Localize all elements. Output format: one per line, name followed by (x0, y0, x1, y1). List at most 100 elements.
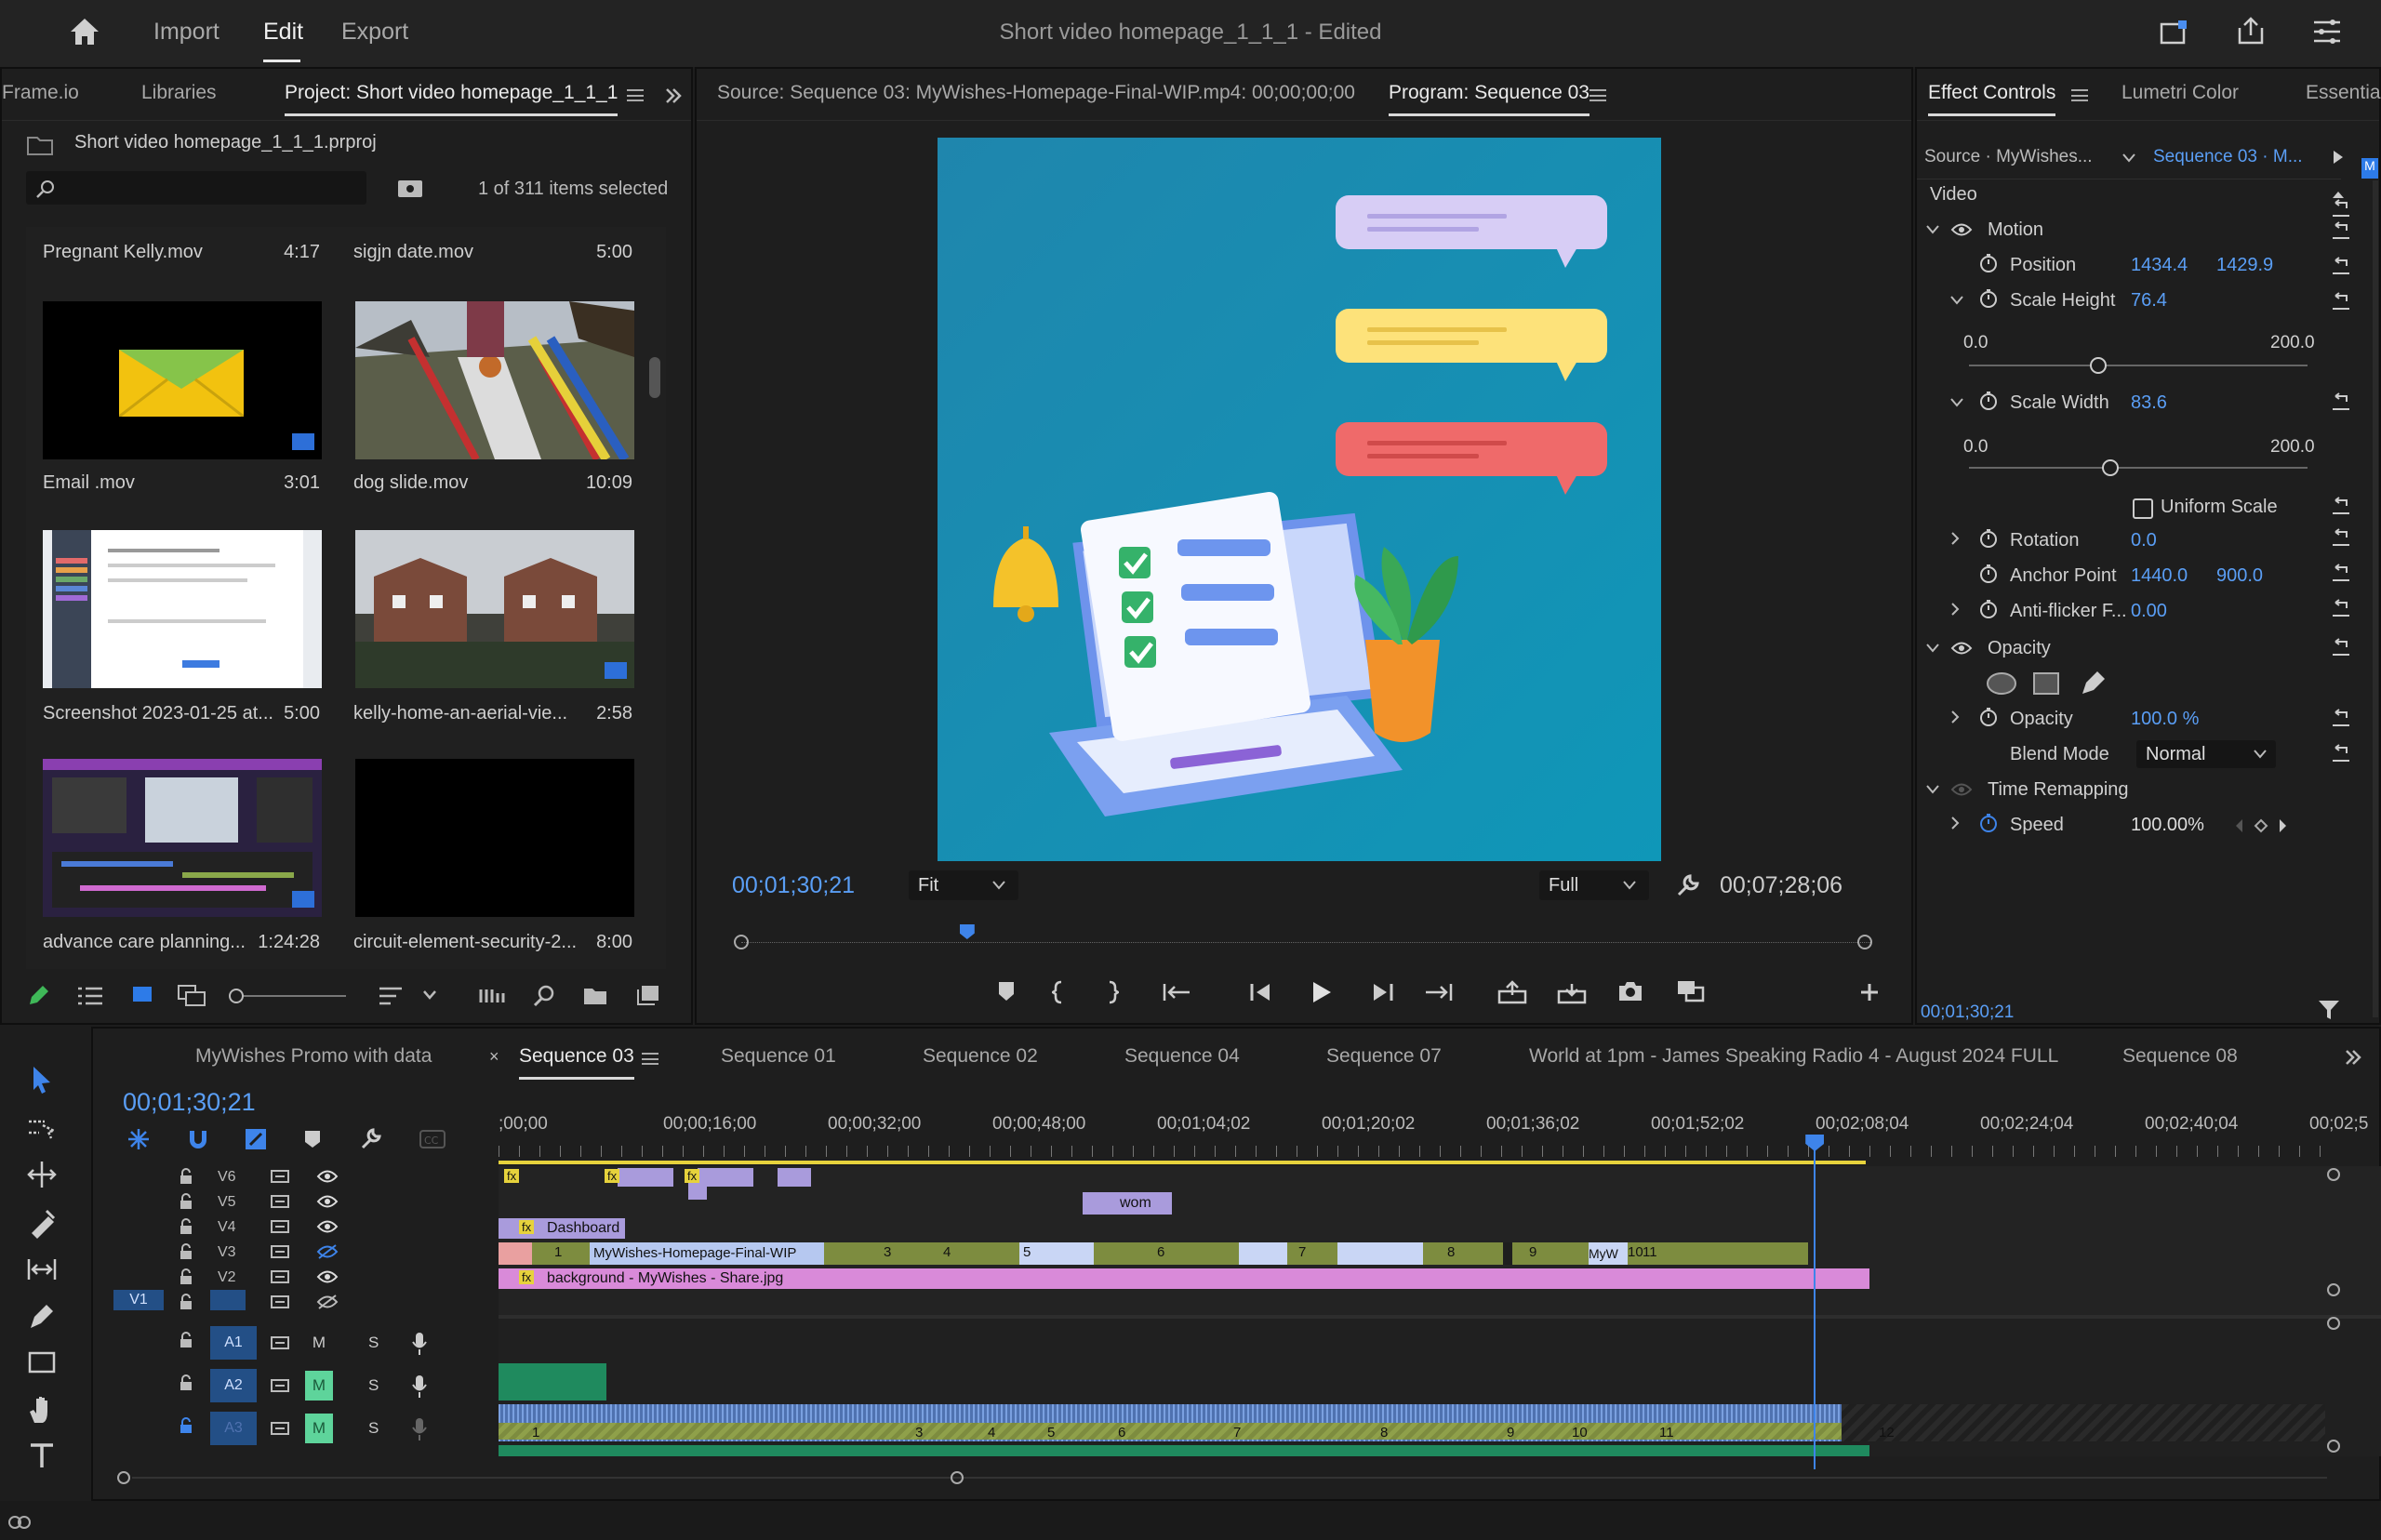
freeform-view-icon[interactable] (177, 984, 208, 1008)
wrench-icon[interactable] (359, 1127, 383, 1151)
video-scroll-bottom[interactable] (2327, 1283, 2340, 1296)
pencil-icon[interactable] (26, 984, 50, 1008)
tab-libraries[interactable]: Libraries (141, 82, 217, 104)
stopwatch-icon[interactable] (1978, 599, 1999, 619)
stopwatch-icon[interactable] (1978, 391, 1999, 411)
reset-icon[interactable] (2330, 257, 2352, 277)
effects-scrollbar[interactable] (2373, 180, 2378, 1017)
eye-off-icon[interactable] (316, 1243, 339, 1260)
collapse-icon[interactable] (2332, 190, 2345, 199)
tab-sequence[interactable]: Sequence 04 (1124, 1045, 1240, 1068)
stopwatch-icon[interactable] (1978, 288, 1999, 309)
disclosure-open-icon[interactable] (1950, 296, 1963, 305)
effects-menu-icon[interactable] (2071, 89, 2088, 101)
mute-button[interactable]: M (305, 1371, 333, 1401)
track-target-v1[interactable] (210, 1290, 246, 1310)
new-item-icon[interactable] (636, 984, 660, 1006)
timeline-timecode[interactable]: 00;01;30;21 (123, 1088, 256, 1117)
mark-in-icon[interactable] (1052, 980, 1065, 1004)
disclosure-open-icon[interactable] (1926, 785, 1939, 794)
audio-clip-a3-lower[interactable] (499, 1423, 1842, 1440)
video-scroll-top[interactable] (2327, 1168, 2340, 1181)
slip-tool-icon[interactable] (26, 1254, 58, 1285)
play-icon[interactable] (1310, 980, 1333, 1004)
audio-scroll-bottom[interactable] (2327, 1440, 2340, 1453)
add-marker-icon[interactable] (996, 980, 1017, 1002)
solo-button[interactable]: S (368, 1334, 379, 1352)
tab-sequence[interactable]: MyWishes Promo with data (195, 1045, 432, 1068)
tab-effect-controls[interactable]: Effect Controls (1928, 82, 2056, 116)
disclosure-closed-icon[interactable] (1950, 603, 1960, 616)
work-area-bar[interactable] (499, 1161, 1866, 1164)
tab-frameio[interactable]: Frame.io (2, 82, 79, 104)
speed-value[interactable]: 100.00% (2131, 815, 2204, 836)
lock-icon[interactable] (179, 1268, 193, 1285)
anchor-y-value[interactable]: 900.0 (2216, 565, 2263, 587)
sync-lock-icon[interactable] (270, 1244, 290, 1259)
audio-clip-a4[interactable] (499, 1445, 1869, 1456)
rotation-value[interactable]: 0.0 (2131, 530, 2157, 551)
position-y-value[interactable]: 1429.9 (2216, 255, 2273, 276)
timeline-menu-icon[interactable] (642, 1053, 658, 1065)
hand-tool-icon[interactable] (26, 1393, 58, 1425)
lock-icon[interactable] (179, 1168, 193, 1185)
creative-cloud-icon[interactable] (7, 1510, 32, 1531)
nest-icon[interactable] (126, 1127, 151, 1151)
reset-icon[interactable] (2330, 292, 2352, 312)
find-icon[interactable] (532, 984, 556, 1008)
stopwatch-active-icon[interactable] (1978, 813, 1999, 833)
lift-icon[interactable] (1496, 980, 1528, 1004)
disclosure-open-icon[interactable] (1950, 398, 1963, 407)
clip-wom[interactable]: wom (1083, 1192, 1172, 1215)
sync-lock-icon[interactable] (270, 1335, 290, 1350)
disclosure-closed-icon[interactable] (1950, 816, 1960, 830)
keyframe-navigator-icon[interactable] (2233, 816, 2289, 835)
panel-overflow-icon[interactable] (2344, 1049, 2362, 1066)
thumbnail-kelly-home[interactable] (355, 530, 634, 688)
clip-v3-segment[interactable] (1239, 1242, 1287, 1265)
program-scrubber[interactable] (734, 924, 1878, 952)
reset-icon[interactable] (2330, 392, 2352, 413)
clip-v3-start[interactable] (499, 1242, 532, 1265)
project-item-name[interactable]: advance care planning... (43, 932, 246, 953)
ripple-edit-tool-icon[interactable] (26, 1159, 58, 1190)
uniform-scale-checkbox[interactable] (2133, 498, 2153, 519)
razor-tool-icon[interactable] (26, 1207, 58, 1239)
icon-view-icon[interactable] (130, 984, 154, 1006)
thumbnail-circuit[interactable] (355, 759, 634, 917)
mute-button[interactable]: M (305, 1414, 333, 1443)
microphone-icon[interactable] (411, 1374, 428, 1399)
lock-icon[interactable] (179, 1374, 193, 1391)
sync-lock-icon[interactable] (270, 1421, 290, 1436)
chevron-down-icon[interactable] (422, 989, 437, 1001)
sync-lock-icon[interactable] (270, 1294, 290, 1309)
audio-clip-a2[interactable] (499, 1363, 606, 1401)
program-menu-icon[interactable] (1590, 89, 1606, 101)
disclosure-closed-icon[interactable] (1950, 710, 1960, 724)
audio-track-target[interactable]: A3 (210, 1412, 257, 1445)
lock-icon[interactable] (179, 1193, 193, 1210)
clip-dashboard[interactable]: Dashboard (499, 1218, 625, 1239)
eye-icon[interactable] (1950, 221, 1973, 238)
stopwatch-icon[interactable] (1978, 253, 1999, 273)
effects-timecode[interactable]: 00;01;30;21 (1921, 1002, 2014, 1023)
eye-off-icon[interactable] (316, 1294, 339, 1310)
rectangle-mask-icon[interactable] (2032, 671, 2060, 696)
comparison-view-icon[interactable] (1675, 978, 1707, 1004)
thumbnail-dog-slide[interactable] (355, 301, 634, 459)
microphone-icon[interactable] (411, 1417, 428, 1441)
reset-icon[interactable] (2330, 709, 2352, 729)
stopwatch-icon[interactable] (1978, 707, 1999, 727)
clip-v6[interactable] (618, 1168, 673, 1187)
program-timecode[interactable]: 00;01;30;21 (732, 872, 855, 899)
eye-icon[interactable] (316, 1268, 339, 1285)
reset-icon[interactable] (2330, 564, 2352, 584)
sync-lock-icon[interactable] (270, 1169, 290, 1184)
pen-mask-icon[interactable] (2079, 670, 2107, 697)
lock-icon[interactable] (179, 1243, 193, 1260)
list-view-icon[interactable] (76, 986, 104, 1006)
scale-height-value[interactable]: 76.4 (2131, 290, 2167, 312)
ellipse-mask-icon[interactable] (1986, 671, 2017, 696)
sync-lock-icon[interactable] (270, 1269, 290, 1284)
solo-button[interactable]: S (368, 1376, 379, 1395)
